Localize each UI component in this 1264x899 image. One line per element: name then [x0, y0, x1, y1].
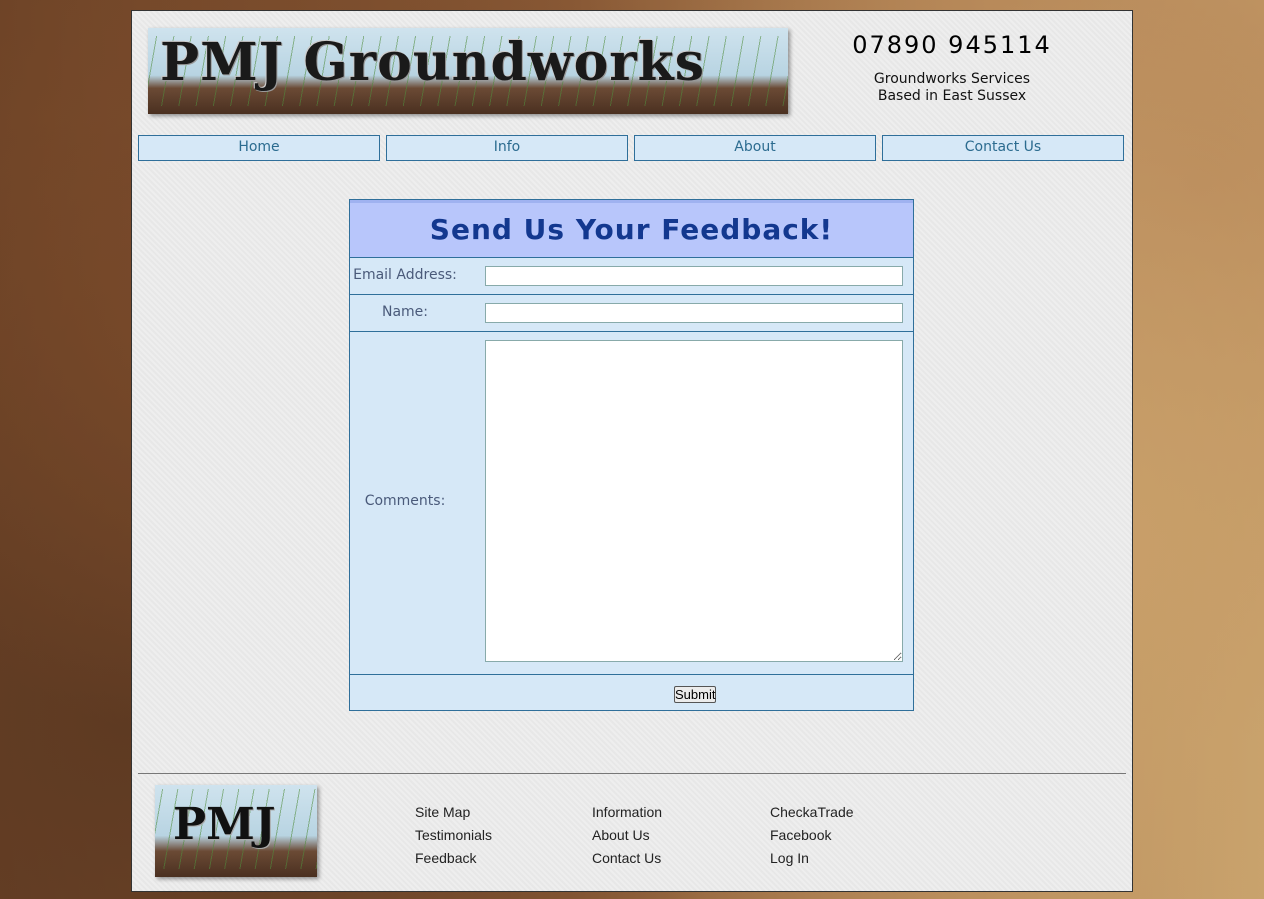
footer-link-log-in[interactable]: Log In	[770, 847, 854, 870]
footer-logo[interactable]: PMJ	[155, 785, 317, 877]
comments-field[interactable]	[485, 340, 903, 662]
phone-number: 07890 945114	[852, 31, 1052, 59]
footer-link-checkatrade[interactable]: CheckaTrade	[770, 801, 854, 824]
footer-link-about-us[interactable]: About Us	[592, 824, 662, 847]
email-row: Email Address:	[350, 257, 913, 294]
footer-link-information[interactable]: Information	[592, 801, 662, 824]
page-container: PMJ Groundworks 07890 945114 Groundworks…	[131, 10, 1133, 892]
footer-divider	[138, 773, 1126, 774]
tagline-line-1: Groundworks Services	[873, 71, 1031, 87]
footer-link-site-map[interactable]: Site Map	[415, 801, 492, 824]
tagline-line-2: Based in East Sussex	[877, 88, 1027, 104]
submit-button[interactable]: Submit	[674, 686, 716, 703]
comments-row: Comments:	[350, 331, 913, 674]
logo-text: PMJ Groundworks	[160, 32, 705, 93]
name-field[interactable]	[485, 303, 903, 323]
footer-link-contact-us[interactable]: Contact Us	[592, 847, 662, 870]
nav-contact-us[interactable]: Contact Us	[882, 135, 1124, 161]
comments-label: Comments:	[364, 493, 446, 509]
nav-about[interactable]: About	[634, 135, 876, 161]
form-title: Send Us Your Feedback!	[350, 200, 913, 257]
footer-column-3: CheckaTrade Facebook Log In	[770, 801, 854, 870]
footer-link-feedback[interactable]: Feedback	[415, 847, 492, 870]
footer-link-facebook[interactable]: Facebook	[770, 824, 854, 847]
footer-logo-text: PMJ	[173, 799, 276, 850]
feedback-form: Send Us Your Feedback! Email Address: Na…	[349, 199, 914, 711]
site-logo-banner[interactable]: PMJ Groundworks	[148, 28, 788, 114]
email-field[interactable]	[485, 266, 903, 286]
name-label: Name:	[381, 304, 429, 320]
submit-row: Submit	[350, 674, 913, 711]
email-label: Email Address:	[353, 267, 457, 283]
footer-link-testimonials[interactable]: Testimonials	[415, 824, 492, 847]
footer-column-1: Site Map Testimonials Feedback	[415, 801, 492, 870]
tagline: Groundworks Services Based in East Susse…	[832, 71, 1072, 105]
nav-home[interactable]: Home	[138, 135, 380, 161]
main-nav: Home Info About Contact Us	[138, 135, 1128, 161]
name-row: Name:	[350, 294, 913, 331]
nav-info[interactable]: Info	[386, 135, 628, 161]
footer-column-2: Information About Us Contact Us	[592, 801, 662, 870]
